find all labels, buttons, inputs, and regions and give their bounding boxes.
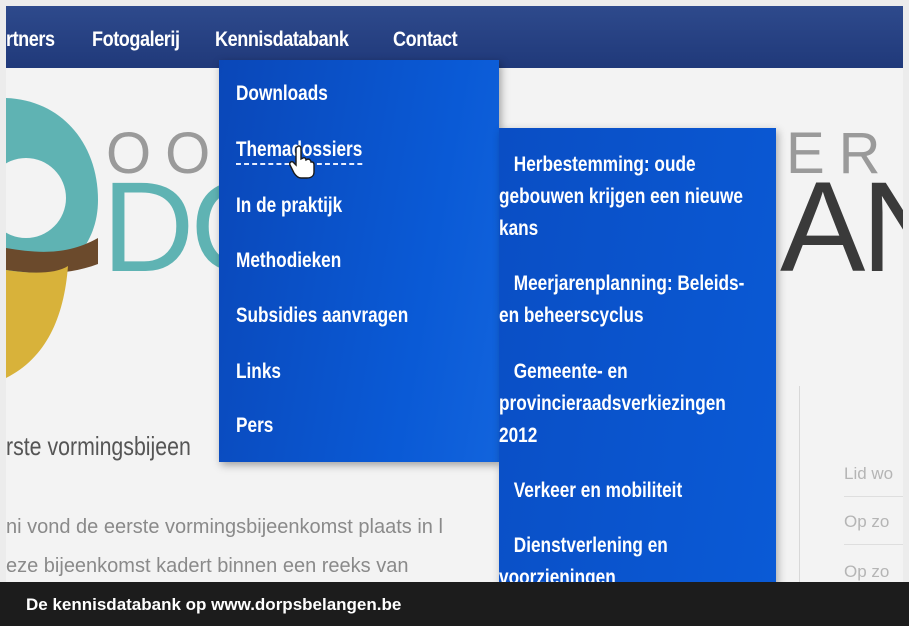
menu-item-subsidies-aanvragen[interactable]: Subsidies aanvragen	[236, 304, 408, 328]
menu-item-pers[interactable]: Pers	[236, 414, 273, 438]
logo-text-big-right: AN	[780, 156, 903, 299]
sidebar-divider	[844, 496, 903, 497]
submenu-item-verkeer-en-mobiliteit[interactable]: Verkeer en mobiliteit	[499, 475, 745, 507]
sidebar: Lid wo Op zo Op zo	[799, 386, 903, 582]
nav-item-kennisdatabank[interactable]: Kennisdatabank	[215, 28, 349, 52]
menu-item-links[interactable]: Links	[236, 360, 281, 384]
nav-item-partners[interactable]: rtners	[6, 28, 55, 52]
logo-yellow-drop	[6, 266, 68, 378]
sidebar-link-1[interactable]: Lid wo	[844, 464, 893, 484]
nav-item-contact[interactable]: Contact	[393, 28, 458, 52]
site-logo-mark[interactable]	[6, 88, 98, 388]
sidebar-link-3[interactable]: Op zo	[844, 562, 889, 582]
main-navigation: rtners Fotogalerij Kennisdatabank Contac…	[6, 6, 903, 68]
kennisdatabank-dropdown-menu: Downloads Themadossiers In de praktijk M…	[219, 60, 499, 462]
nav-item-fotogalerij[interactable]: Fotogalerij	[92, 28, 180, 52]
sidebar-divider	[844, 544, 903, 545]
photo-caption: De kennisdatabank op www.dorpsbelangen.b…	[26, 595, 402, 614]
hand-pointer-icon	[289, 145, 315, 179]
post-excerpt-line-2: eze bijeenkomst kadert binnen een reeks …	[6, 555, 409, 577]
menu-item-downloads[interactable]: Downloads	[236, 82, 328, 106]
submenu-item-verkiezingen[interactable]: Gemeente- en provincieraadsverkiezingen …	[499, 356, 745, 452]
menu-item-methodieken[interactable]: Methodieken	[236, 249, 341, 273]
post-excerpt-line-1: ni vond de eerste vormingsbijeenkomst pl…	[6, 516, 443, 538]
photo-frame: rtners Fotogalerij Kennisdatabank Contac…	[0, 0, 909, 626]
submenu-item-dienstverlening[interactable]: Dienstverlening en voorzieningen	[499, 530, 745, 582]
menu-item-in-de-praktijk[interactable]: In de praktijk	[236, 194, 342, 218]
caption-bar: De kennisdatabank op www.dorpsbelangen.b…	[0, 582, 909, 626]
website-screen: rtners Fotogalerij Kennisdatabank Contac…	[6, 6, 903, 582]
sidebar-link-2[interactable]: Op zo	[844, 512, 889, 532]
submenu-item-meerjarenplanning[interactable]: Meerjarenplanning: Beleids- en beheerscy…	[499, 268, 745, 332]
themadossiers-submenu: Herbestemming: oude gebouwen krijgen een…	[499, 128, 776, 582]
post-title[interactable]: rste vormingsbijeen	[6, 431, 191, 462]
submenu-item-herbestemming[interactable]: Herbestemming: oude gebouwen krijgen een…	[499, 149, 745, 245]
